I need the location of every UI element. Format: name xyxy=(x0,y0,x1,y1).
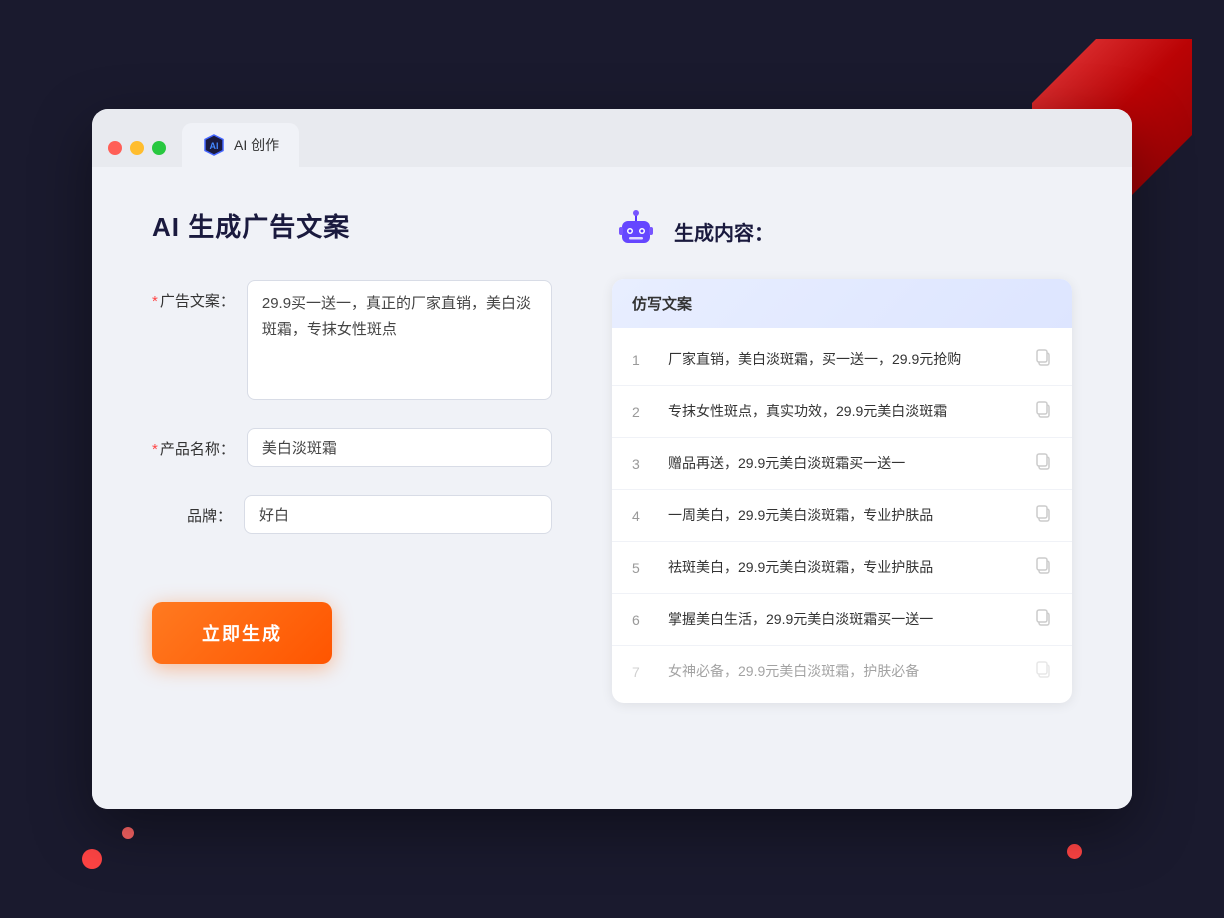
product-input[interactable] xyxy=(247,428,552,467)
submit-button[interactable]: 立即生成 xyxy=(152,602,332,664)
result-item-text: 掌握美白生活，29.9元美白淡斑霜买一送一 xyxy=(668,609,1018,630)
robot-icon xyxy=(612,207,660,255)
result-item-num: 1 xyxy=(632,352,652,368)
maximize-button[interactable] xyxy=(152,141,166,155)
ad-copy-input[interactable]: 29.9买一送一，真正的厂家直销，美白淡斑霜，专抹女性斑点 xyxy=(247,280,552,400)
result-item: 1 厂家直销，美白淡斑霜，买一送一，29.9元抢购 xyxy=(612,334,1072,386)
minimize-button[interactable] xyxy=(130,141,144,155)
brand-row: 品牌： xyxy=(152,495,552,534)
result-item: 7 女神必备，29.9元美白淡斑霜，护肤必备 xyxy=(612,646,1072,697)
product-required-star: * xyxy=(152,441,158,458)
copy-icon[interactable] xyxy=(1034,556,1052,579)
right-panel: 生成内容： 仿写文案 1 厂家直销，美白淡斑霜，买一送一，29.9元抢购 2 专抹女… xyxy=(612,207,1072,769)
result-card-header: 仿写文案 xyxy=(612,279,1072,328)
copy-icon[interactable] xyxy=(1034,452,1052,475)
copy-icon[interactable] xyxy=(1034,660,1052,683)
brand-label: 品牌： xyxy=(152,495,232,526)
ai-tab-icon: AI xyxy=(202,133,226,157)
result-item-num: 4 xyxy=(632,508,652,524)
result-item: 2 专抹女性斑点，真实功效，29.9元美白淡斑霜 xyxy=(612,386,1072,438)
product-label: *产品名称： xyxy=(152,428,235,459)
browser-content: AI 生成广告文案 *广告文案： 29.9买一送一，真正的厂家直销，美白淡斑霜，… xyxy=(92,167,1132,809)
ad-copy-label: *广告文案： xyxy=(152,280,235,311)
traffic-lights xyxy=(108,141,166,155)
result-item: 6 掌握美白生活，29.9元美白淡斑霜买一送一 xyxy=(612,594,1072,646)
result-card: 仿写文案 1 厂家直销，美白淡斑霜，买一送一，29.9元抢购 2 专抹女性斑点，真实… xyxy=(612,279,1072,703)
result-item-num: 3 xyxy=(632,456,652,472)
copy-icon[interactable] xyxy=(1034,504,1052,527)
scene: AI AI 创作 AI 生成广告文案 *广告文案： 29.9买一送一，真正的厂家… xyxy=(62,69,1162,849)
ad-required-star: * xyxy=(152,293,158,310)
result-item-num: 7 xyxy=(632,664,652,680)
page-title: AI 生成广告文案 xyxy=(152,207,552,244)
result-item-num: 5 xyxy=(632,560,652,576)
brand-input[interactable] xyxy=(244,495,552,534)
tab-label: AI 创作 xyxy=(234,135,279,155)
copy-icon[interactable] xyxy=(1034,400,1052,423)
result-item-text: 祛斑美白，29.9元美白淡斑霜，专业护肤品 xyxy=(668,557,1018,578)
result-item: 4 一周美白，29.9元美白淡斑霜，专业护肤品 xyxy=(612,490,1072,542)
result-item-text: 女神必备，29.9元美白淡斑霜，护肤必备 xyxy=(668,661,1018,682)
result-item-num: 6 xyxy=(632,612,652,628)
result-item-text: 厂家直销，美白淡斑霜，买一送一，29.9元抢购 xyxy=(668,349,1018,370)
copy-icon[interactable] xyxy=(1034,608,1052,631)
deco-dot-3 xyxy=(1067,844,1082,859)
left-panel: AI 生成广告文案 *广告文案： 29.9买一送一，真正的厂家直销，美白淡斑霜，… xyxy=(152,207,552,769)
result-item: 3 赠品再送，29.9元美白淡斑霜买一送一 xyxy=(612,438,1072,490)
deco-dot-1 xyxy=(82,849,102,869)
result-header: 生成内容： xyxy=(612,207,1072,255)
ad-copy-row: *广告文案： 29.9买一送一，真正的厂家直销，美白淡斑霜，专抹女性斑点 xyxy=(152,280,552,400)
result-title: 生成内容： xyxy=(674,217,774,246)
close-button[interactable] xyxy=(108,141,122,155)
result-item: 5 祛斑美白，29.9元美白淡斑霜，专业护肤品 xyxy=(612,542,1072,594)
result-item-num: 2 xyxy=(632,404,652,420)
svg-text:AI: AI xyxy=(210,141,219,151)
active-tab[interactable]: AI AI 创作 xyxy=(182,123,299,167)
result-item-text: 赠品再送，29.9元美白淡斑霜买一送一 xyxy=(668,453,1018,474)
result-item-text: 专抹女性斑点，真实功效，29.9元美白淡斑霜 xyxy=(668,401,1018,422)
browser-chrome: AI AI 创作 xyxy=(92,109,1132,167)
product-name-row: *产品名称： xyxy=(152,428,552,467)
browser-window: AI AI 创作 AI 生成广告文案 *广告文案： 29.9买一送一，真正的厂家… xyxy=(92,109,1132,809)
result-item-text: 一周美白，29.9元美白淡斑霜，专业护肤品 xyxy=(668,505,1018,526)
deco-dot-2 xyxy=(122,827,134,839)
copy-icon[interactable] xyxy=(1034,348,1052,371)
result-list: 1 厂家直销，美白淡斑霜，买一送一，29.9元抢购 2 专抹女性斑点，真实功效，29… xyxy=(612,328,1072,703)
